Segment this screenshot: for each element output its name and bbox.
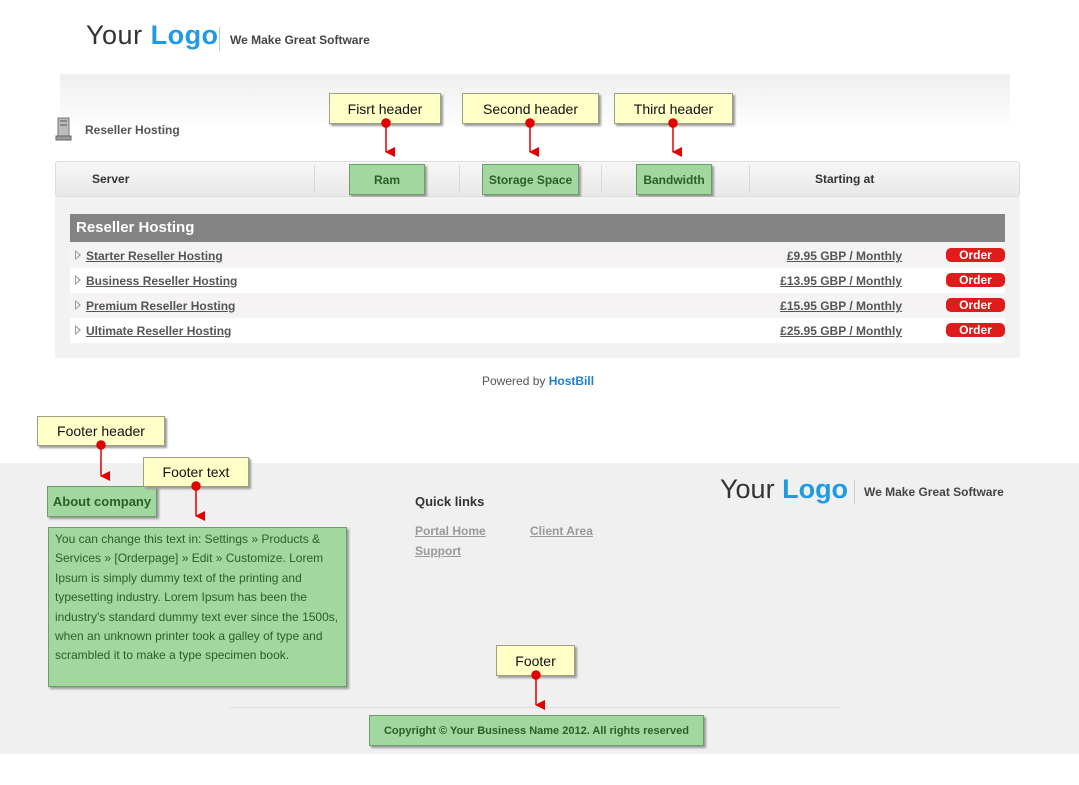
footer-link-support[interactable]: Support bbox=[415, 544, 461, 558]
logo-divider bbox=[854, 480, 855, 504]
expand-arrow-icon[interactable] bbox=[75, 275, 81, 285]
callout-footer-header: Footer header bbox=[37, 416, 165, 446]
product-name-link[interactable]: Premium Reseller Hosting bbox=[86, 299, 235, 313]
column-bandwidth: Bandwidth bbox=[636, 164, 712, 195]
category-title: Reseller Hosting bbox=[70, 214, 1005, 242]
column-storage-space: Storage Space bbox=[482, 164, 579, 195]
footer-about-text: You can change this text in: Settings » … bbox=[48, 527, 347, 687]
footer-link-client-area[interactable]: Client Area bbox=[530, 524, 593, 538]
header-tagline: We Make Great Software bbox=[230, 33, 370, 47]
product-price-link[interactable]: £9.95 GBP / Monthly bbox=[787, 249, 902, 263]
product-row: Starter Reseller Hosting £9.95 GBP / Mon… bbox=[70, 243, 1005, 268]
product-name-link[interactable]: Ultimate Reseller Hosting bbox=[86, 324, 231, 338]
column-divider bbox=[749, 165, 750, 193]
powered-by: Powered by HostBill bbox=[482, 374, 594, 388]
column-divider bbox=[314, 165, 315, 193]
expand-arrow-icon[interactable] bbox=[75, 300, 81, 310]
column-ram: Ram bbox=[349, 164, 425, 195]
callout-first-header: Fisrt header bbox=[329, 93, 441, 124]
footer-tagline: We Make Great Software bbox=[864, 485, 1004, 499]
product-row: Premium Reseller Hosting £15.95 GBP / Mo… bbox=[70, 293, 1005, 318]
quick-links-title: Quick links bbox=[415, 494, 485, 509]
column-divider bbox=[601, 165, 602, 193]
server-icon bbox=[55, 117, 72, 141]
expand-arrow-icon[interactable] bbox=[75, 325, 81, 335]
expand-arrow-icon[interactable] bbox=[75, 250, 81, 260]
callout-second-header: Second header bbox=[462, 93, 599, 124]
logo-accent: Logo bbox=[782, 474, 849, 504]
copyright: Copyright © Your Business Name 2012. All… bbox=[369, 715, 704, 746]
logo-prefix: Your bbox=[86, 20, 143, 50]
product-name-link[interactable]: Business Reseller Hosting bbox=[86, 274, 237, 288]
logo-prefix: Your bbox=[720, 474, 775, 504]
product-row: Ultimate Reseller Hosting £25.95 GBP / M… bbox=[70, 318, 1005, 343]
footer-link-portal-home[interactable]: Portal Home bbox=[415, 524, 486, 538]
product-price-link[interactable]: £13.95 GBP / Monthly bbox=[780, 274, 902, 288]
column-starting-at: Starting at bbox=[815, 172, 875, 186]
footer-logo[interactable]: Your Logo bbox=[720, 474, 848, 505]
callout-footer-text: Footer text bbox=[143, 457, 249, 487]
order-button[interactable]: Order bbox=[946, 248, 1005, 262]
product-name-link[interactable]: Starter Reseller Hosting bbox=[86, 249, 223, 263]
footer-divider bbox=[230, 707, 840, 708]
callout-footer: Footer bbox=[496, 645, 575, 676]
site-logo[interactable]: Your Logo bbox=[86, 20, 219, 51]
order-button[interactable]: Order bbox=[946, 298, 1005, 312]
product-price-link[interactable]: £15.95 GBP / Monthly bbox=[780, 299, 902, 313]
section-title: Reseller Hosting bbox=[85, 123, 180, 137]
product-row: Business Reseller Hosting £13.95 GBP / M… bbox=[70, 268, 1005, 293]
logo-divider bbox=[219, 27, 220, 51]
powered-prefix: Powered by bbox=[482, 374, 546, 388]
hostbill-link[interactable]: HostBill bbox=[549, 374, 594, 388]
callout-third-header: Third header bbox=[614, 93, 733, 124]
column-server: Server bbox=[92, 172, 130, 186]
footer-about-title: About company bbox=[47, 486, 157, 517]
column-divider bbox=[459, 165, 460, 193]
order-button[interactable]: Order bbox=[946, 323, 1005, 337]
order-button[interactable]: Order bbox=[946, 273, 1005, 287]
logo-accent: Logo bbox=[150, 20, 219, 50]
product-price-link[interactable]: £25.95 GBP / Monthly bbox=[780, 324, 902, 338]
